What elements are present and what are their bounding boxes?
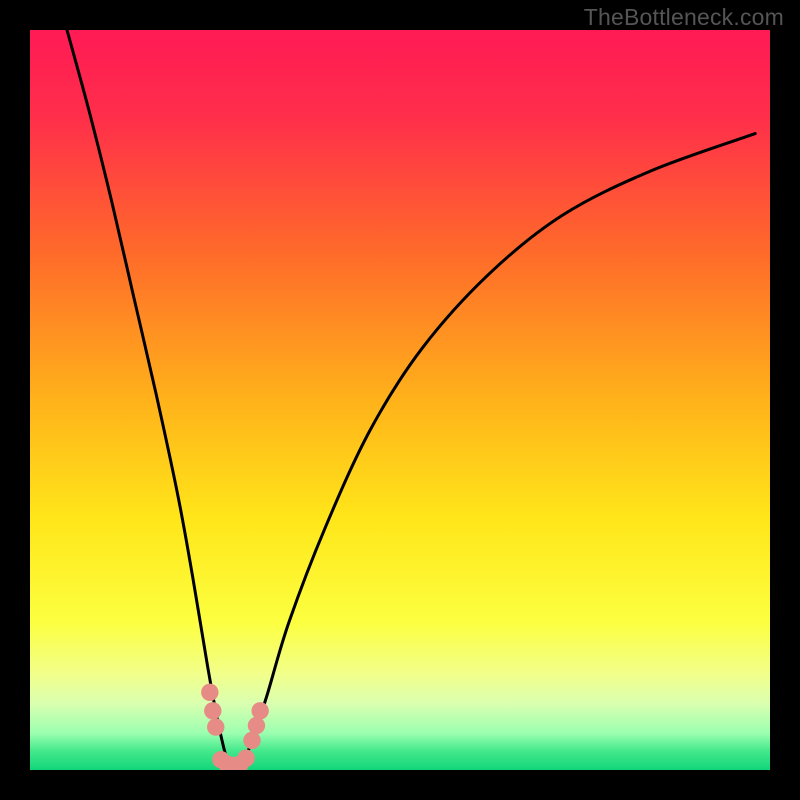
watermark-text: TheBottleneck.com	[584, 4, 784, 31]
curve-marker	[207, 718, 224, 735]
curve-markers	[201, 684, 269, 770]
curve-marker	[248, 717, 265, 734]
plot-area	[30, 30, 770, 770]
curve-marker	[243, 732, 260, 749]
curve-marker	[201, 684, 218, 701]
curve-layer	[30, 30, 770, 770]
bottleneck-curve	[67, 30, 755, 770]
curve-marker	[204, 702, 221, 719]
curve-marker	[251, 702, 268, 719]
curve-marker	[237, 749, 254, 766]
chart-frame: TheBottleneck.com	[0, 0, 800, 800]
